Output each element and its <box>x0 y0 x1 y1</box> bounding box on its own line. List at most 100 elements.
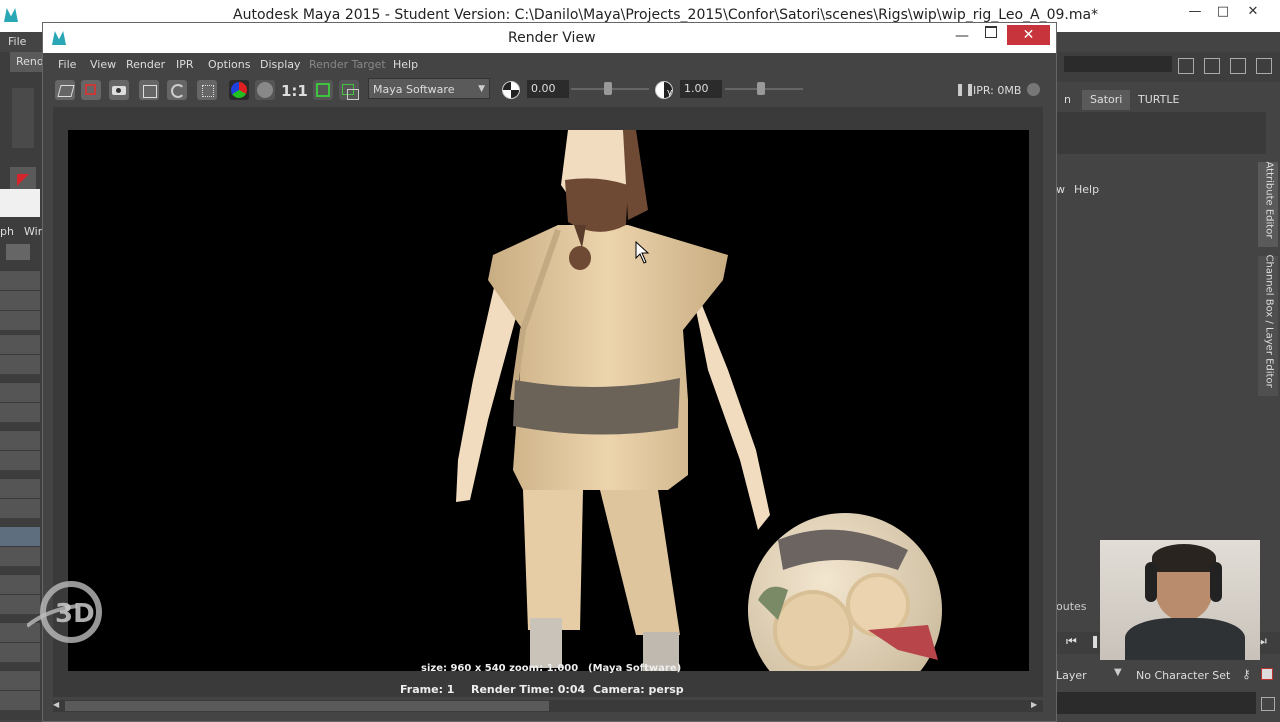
scroll-left-icon[interactable]: ◀ <box>53 700 59 709</box>
list-item[interactable] <box>0 690 40 710</box>
main-close-button[interactable]: ✕ <box>1238 4 1268 22</box>
right-menu-help[interactable]: Help <box>1074 183 1099 196</box>
right-toolbar <box>1056 52 1280 82</box>
list-item[interactable] <box>0 382 40 402</box>
rv-menu-display[interactable]: Display <box>260 58 301 71</box>
render-view-toolbar: 1:1 Maya Software ▼ 0.00 γ 1.00 ❚❚ IPR: … <box>43 75 1056 105</box>
ipr-memory-label: IPR: 0MB <box>973 84 1022 97</box>
right-menu-fragment[interactable]: w <box>1056 183 1065 196</box>
renderer-dropdown-value: Maya Software <box>373 83 455 96</box>
maya-app-icon <box>52 31 66 45</box>
render-view-title: Render View <box>508 30 596 46</box>
scrollbar-thumb[interactable] <box>65 701 549 711</box>
shelf-tab-turtle[interactable]: TURTLE <box>1130 90 1187 110</box>
render-menu-fragment[interactable]: Rend <box>10 52 44 72</box>
scroll-right-icon[interactable]: ▶ <box>1031 700 1037 709</box>
rv-menu-options[interactable]: Options <box>208 58 250 71</box>
character-set-label[interactable]: No Character Set <box>1136 669 1230 682</box>
refresh-ipr-icon[interactable] <box>167 80 187 100</box>
render-icon[interactable] <box>55 80 75 100</box>
list-item[interactable] <box>0 642 40 662</box>
layout-icon[interactable] <box>1256 58 1272 74</box>
list-item[interactable] <box>0 290 40 310</box>
frame-label: Frame: 1 <box>400 683 455 696</box>
list-item[interactable] <box>0 430 40 450</box>
layout-icon[interactable] <box>1178 58 1194 74</box>
main-menu-file[interactable]: File <box>8 35 26 48</box>
rv-menu-view[interactable]: View <box>90 58 116 71</box>
list-item[interactable] <box>0 546 40 566</box>
rgb-channel-icon[interactable] <box>229 80 249 100</box>
main-maximize-button[interactable]: □ <box>1208 4 1238 22</box>
list-item[interactable] <box>0 526 40 546</box>
image-size-readout: size: 960 x 540 zoom: 1.000 <box>421 663 579 674</box>
attribute-editor-tab-label: Attribute Editor <box>1263 161 1275 239</box>
preferences-icon[interactable] <box>1261 668 1273 680</box>
gamma-icon[interactable]: γ <box>654 80 674 100</box>
list-item[interactable] <box>0 270 40 290</box>
gamma-slider-handle[interactable] <box>757 82 765 95</box>
camera-label: Camera: persp <box>593 683 684 696</box>
shelf-scroll[interactable] <box>12 88 34 148</box>
camera-settings-icon[interactable] <box>197 80 217 100</box>
left-toolbar-icon[interactable] <box>6 244 30 260</box>
clapboard-icon[interactable] <box>139 80 159 100</box>
list-item[interactable] <box>0 498 40 518</box>
rv-menu-render[interactable]: Render <box>126 58 165 71</box>
exposure-icon[interactable] <box>501 80 521 100</box>
vertical-tab-channel-box[interactable]: Channel Box / Layer Editor <box>1258 254 1278 396</box>
list-item[interactable] <box>0 354 40 374</box>
attributes-fragment: outes <box>1056 600 1087 613</box>
shelf-tab-satori[interactable]: Satori <box>1082 90 1131 110</box>
render-view-menubar: File View Render IPR Options Display Ren… <box>43 53 1056 75</box>
shelf-tab-fragment[interactable]: n <box>1056 90 1079 110</box>
list-item[interactable] <box>0 670 40 690</box>
rv-minimize-button[interactable]: — <box>955 28 969 44</box>
layout-icon[interactable] <box>1230 58 1246 74</box>
chevron-down-icon: ▼ <box>478 84 485 94</box>
layout-icon[interactable] <box>1204 58 1220 74</box>
keep-image-icon[interactable] <box>339 80 359 100</box>
real-size-icon[interactable]: 1:1 <box>281 82 308 102</box>
render-region-icon[interactable] <box>81 80 101 100</box>
rv-close-button[interactable]: ✕ <box>1007 25 1050 45</box>
horizontal-scrollbar[interactable]: ◀ ▶ <box>53 700 1043 712</box>
rv-menu-help[interactable]: Help <box>393 58 418 71</box>
rv-maximize-button[interactable] <box>985 26 997 38</box>
go-to-start-icon[interactable]: ⏮ <box>1066 634 1077 649</box>
left-menu-graph[interactable]: ph <box>0 225 14 238</box>
list-item[interactable] <box>0 402 40 422</box>
right-search-field[interactable] <box>1064 56 1172 72</box>
layer-label: Layer <box>1056 669 1087 682</box>
render-region-toggle-icon[interactable] <box>313 80 333 100</box>
gamma-field[interactable]: 1.00 <box>680 80 722 98</box>
exposure-field[interactable]: 0.00 <box>527 80 569 98</box>
vertical-tab-attribute-editor[interactable]: Attribute Editor <box>1258 162 1278 247</box>
exposure-slider-handle[interactable] <box>604 82 612 95</box>
list-item[interactable] <box>0 310 40 330</box>
render-viewport[interactable] <box>68 130 1029 671</box>
script-editor-icon[interactable] <box>1261 697 1275 711</box>
webcam-overlay <box>1100 540 1260 660</box>
rv-menu-file[interactable]: File <box>58 58 76 71</box>
channel-box-tab-label: Channel Box / Layer Editor <box>1263 254 1275 388</box>
step-back-icon[interactable]: ❚ <box>1090 634 1100 648</box>
3d-watermark-logo: 3D <box>27 581 102 643</box>
alpha-channel-icon[interactable] <box>255 80 275 100</box>
shelf-area <box>1056 112 1266 154</box>
snapshot-icon[interactable] <box>109 80 129 100</box>
layer-dropdown-icon[interactable]: ▼ <box>1114 667 1122 678</box>
rv-menu-ipr[interactable]: IPR <box>176 58 194 71</box>
list-item[interactable] <box>0 478 40 498</box>
key-icon[interactable]: ⚷ <box>1242 667 1251 681</box>
list-item[interactable] <box>0 450 40 470</box>
rendered-image <box>456 130 942 671</box>
ipr-status-icon <box>1027 83 1040 96</box>
render-status-bar: Frame: 1 Render Time: 0:04 Camera: persp <box>43 678 1056 700</box>
attribute-editor-area <box>1056 204 1256 594</box>
image-renderer-readout: (Maya Software) <box>588 663 682 674</box>
renderer-dropdown[interactable]: Maya Software ▼ <box>368 78 490 99</box>
command-line[interactable] <box>1056 692 1256 714</box>
main-minimize-button[interactable]: — <box>1180 4 1210 22</box>
list-item[interactable] <box>0 334 40 354</box>
